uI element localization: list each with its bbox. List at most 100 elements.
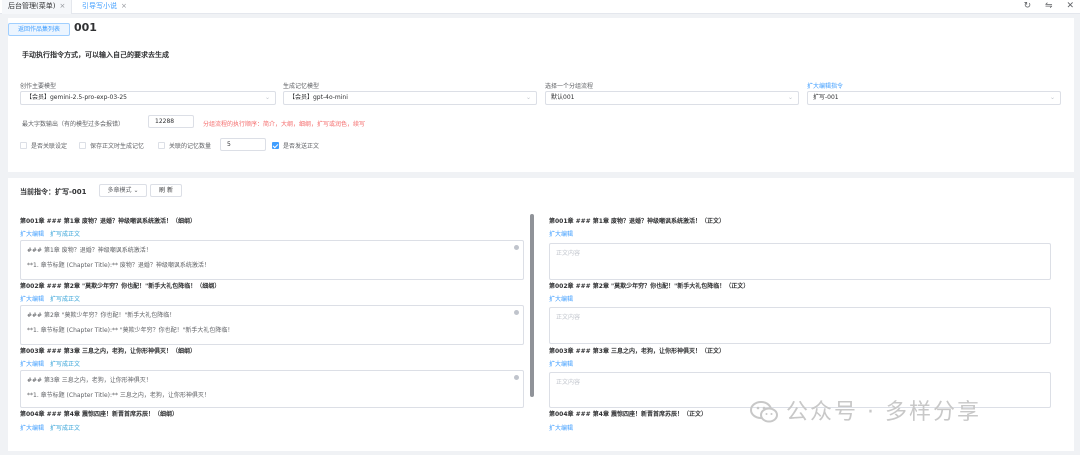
chapter-title: 第002章 ### 第2章 "莫欺少年穷？你也配！"新手大礼包降临！（细纲）: [20, 283, 221, 290]
expand-edit-link[interactable]: 扩大编辑: [20, 231, 44, 238]
chapter-title: 第003章 ### 第3章 三息之内，老狗，让你形神俱灭！（正文）: [549, 348, 726, 355]
memory-model-label: 生成记忆模型: [283, 83, 320, 90]
textarea-placeholder: 正文内容: [556, 379, 581, 386]
mode-select[interactable]: 多章模式 ⌄: [99, 184, 147, 197]
tab-actions: ↻ ⇋ ✕: [1013, 0, 1074, 14]
chapter-links: 扩大编辑 扩写成正文: [20, 294, 86, 303]
wechat-icon: [750, 401, 778, 423]
main-model-value: 【会员】gemini-2.5-pro-exp-03-25: [26, 94, 127, 101]
textarea-placeholder: 正文内容: [556, 314, 581, 321]
textarea-placeholder: 正文内容: [556, 250, 581, 257]
checkbox-link-settings[interactable]: 是否关联设定: [20, 141, 67, 150]
textarea-line: ### 第2章 "莫欺少年穷？你也配！"新手大礼包降临！: [27, 312, 176, 319]
textarea-line: ### 第1章 废物？退婚？神级嘲讽系统激活！: [27, 247, 152, 254]
checkbox-label: 关联的记忆数量: [169, 143, 212, 150]
refresh-button[interactable]: 刷 新: [150, 184, 182, 197]
tab-label: 引导写小说: [82, 2, 117, 10]
chapter-links: 扩大编辑 扩写成正文: [20, 423, 86, 432]
main-model-select[interactable]: 【会员】gemini-2.5-pro-exp-03-25 ⌄: [20, 91, 276, 105]
tab-label: 后台管理(菜单): [8, 2, 56, 10]
chapter-title: 第003章 ### 第3章 三息之内，老狗，让你形神俱灭！（细纲）: [20, 348, 197, 355]
close-icon[interactable]: ×: [121, 2, 127, 10]
close-icon[interactable]: ✕: [1066, 1, 1074, 11]
chevron-down-icon: ⌄: [133, 187, 139, 194]
expand-edit-link[interactable]: 扩大编辑: [20, 425, 44, 432]
swap-icon[interactable]: ⇋: [1045, 1, 1053, 11]
expand-to-body-link[interactable]: 扩写成正文: [50, 296, 80, 303]
checkbox-memory-count[interactable]: 关联的记忆数量: [158, 141, 211, 150]
chevron-down-icon: ⌄: [1049, 94, 1055, 101]
chapter-links: 扩大编辑: [549, 229, 579, 238]
body-textarea[interactable]: 正文内容: [549, 243, 1051, 280]
expand-to-body-link[interactable]: 扩写成正文: [50, 231, 80, 238]
resize-icon: [514, 245, 519, 250]
expand-to-body-link[interactable]: 扩写成正文: [50, 425, 80, 432]
checkbox-label: 是否关联设定: [31, 143, 68, 150]
checkbox-label: 保存正文时生成记忆: [90, 143, 145, 150]
flow-label: 选择一个分组流程: [545, 83, 594, 90]
instruction-select[interactable]: 扩写-001 ⌄: [807, 91, 1061, 105]
chapter-links: 扩大编辑: [549, 423, 579, 432]
expand-edit-link[interactable]: 扩大编辑: [549, 425, 573, 432]
chapter-title: 第001章 ### 第1章 废物？退婚？神级嘲讽系统激活！（正文）: [549, 218, 726, 225]
page-description: 手动执行指令方式，可以输入自己的要求去生成: [22, 51, 169, 59]
chapter-links: 扩大编辑 扩写成正文: [20, 229, 86, 238]
expand-edit-link[interactable]: 扩大编辑: [549, 231, 573, 238]
tab-guided-novel[interactable]: 引导写小说 ×: [76, 0, 133, 14]
expand-to-body-link[interactable]: 扩写成正文: [50, 361, 80, 368]
max-words-label: 最大字数输出（有的模型过多会报错）: [22, 121, 125, 128]
chapter-links: 扩大编辑: [549, 294, 579, 303]
close-icon[interactable]: ×: [59, 2, 65, 10]
textarea-line: **1. 章节标题 (Chapter Title):** 废物？退婚？神级嘲讽系…: [27, 262, 210, 269]
resize-icon: [514, 375, 519, 380]
chapter-title: 第004章 ### 第4章 震惊四座！新晋首席苏辰！（正文）: [549, 411, 708, 418]
textarea-line: ### 第3章 三息之内，老狗，让你形神俱灭！: [27, 377, 152, 384]
tab-admin[interactable]: 后台管理(菜单) ×: [2, 0, 73, 14]
flow-value: 默认001: [551, 94, 575, 101]
memory-model-select[interactable]: 【会员】gpt-4o-mini ⌄: [283, 91, 537, 105]
body-textarea[interactable]: 正文内容: [549, 307, 1051, 344]
checkbox-save-memory[interactable]: 保存正文时生成记忆: [79, 141, 144, 150]
chapter-title: 第002章 ### 第2章 "莫欺少年穷？你也配！"新手大礼包降临！（正文）: [549, 283, 750, 290]
expand-edit-link[interactable]: 扩大编辑: [549, 296, 573, 303]
instruction-link[interactable]: 扩大编辑指令: [807, 81, 843, 90]
instruction-value: 扩写-001: [813, 94, 839, 101]
memory-count-input[interactable]: 5: [220, 138, 266, 151]
scrollbar[interactable]: [530, 214, 534, 397]
textarea-line: **1. 章节标题 (Chapter Title):** "莫欺少年穷？你也配！…: [27, 327, 234, 334]
checkbox-box[interactable]: [79, 142, 86, 149]
flow-order-hint: 分组流程的执行顺序：简介，大纲，细纲，扩写或润色，续写: [203, 121, 366, 128]
chevron-down-icon: ⌄: [787, 94, 793, 101]
chapter-title: 第004章 ### 第4章 震惊四座！新晋首席苏辰！（细纲）: [20, 411, 179, 418]
chevron-down-icon: ⌄: [264, 94, 270, 101]
chapter-links: 扩大编辑 扩写成正文: [20, 359, 86, 368]
mode-value: 多章模式: [107, 187, 132, 194]
checkbox-send-body[interactable]: 是否发送正文: [272, 141, 319, 150]
settings-panel: 返回作品集列表 001 手动执行指令方式，可以输入自己的要求去生成 创作主要模型…: [8, 18, 1074, 172]
outline-textarea[interactable]: ### 第1章 废物？退婚？神级嘲讽系统激活！ **1. 章节标题 (Chapt…: [20, 240, 524, 280]
memory-model-value: 【会员】gpt-4o-mini: [289, 94, 348, 101]
checkbox-box[interactable]: [20, 142, 27, 149]
watermark-text: 公众号 · 多样分享: [786, 400, 981, 425]
chapter-title: 第001章 ### 第1章 废物？退婚？神级嘲讽系统激活！（细纲）: [20, 218, 197, 225]
refresh-icon[interactable]: ↻: [1024, 1, 1032, 11]
current-instruction-label: 当前指令：扩写-001: [20, 188, 87, 196]
max-words-input[interactable]: 12288: [148, 115, 194, 128]
textarea-line: **1. 章节标题 (Chapter Title):** 三息之内，老狗，让你形…: [27, 392, 210, 399]
watermark: 公众号 · 多样分享: [750, 394, 981, 426]
checkbox-label: 是否发送正文: [283, 143, 320, 150]
chapter-links: 扩大编辑: [549, 359, 579, 368]
back-to-works-button[interactable]: 返回作品集列表: [8, 23, 70, 36]
resize-icon: [514, 310, 519, 315]
page-title: 001: [74, 21, 97, 34]
outline-textarea[interactable]: ### 第2章 "莫欺少年穷？你也配！"新手大礼包降临！ **1. 章节标题 (…: [20, 305, 524, 345]
expand-edit-link[interactable]: 扩大编辑: [20, 361, 44, 368]
checkbox-box-checked[interactable]: [272, 142, 279, 149]
outline-textarea[interactable]: ### 第3章 三息之内，老狗，让你形神俱灭！ **1. 章节标题 (Chapt…: [20, 370, 524, 408]
flow-select[interactable]: 默认001 ⌄: [545, 91, 799, 105]
expand-edit-link[interactable]: 扩大编辑: [20, 296, 44, 303]
main-model-label: 创作主要模型: [20, 83, 57, 90]
chevron-down-icon: ⌄: [525, 94, 531, 101]
expand-edit-link[interactable]: 扩大编辑: [549, 361, 573, 368]
checkbox-box[interactable]: [158, 142, 165, 149]
